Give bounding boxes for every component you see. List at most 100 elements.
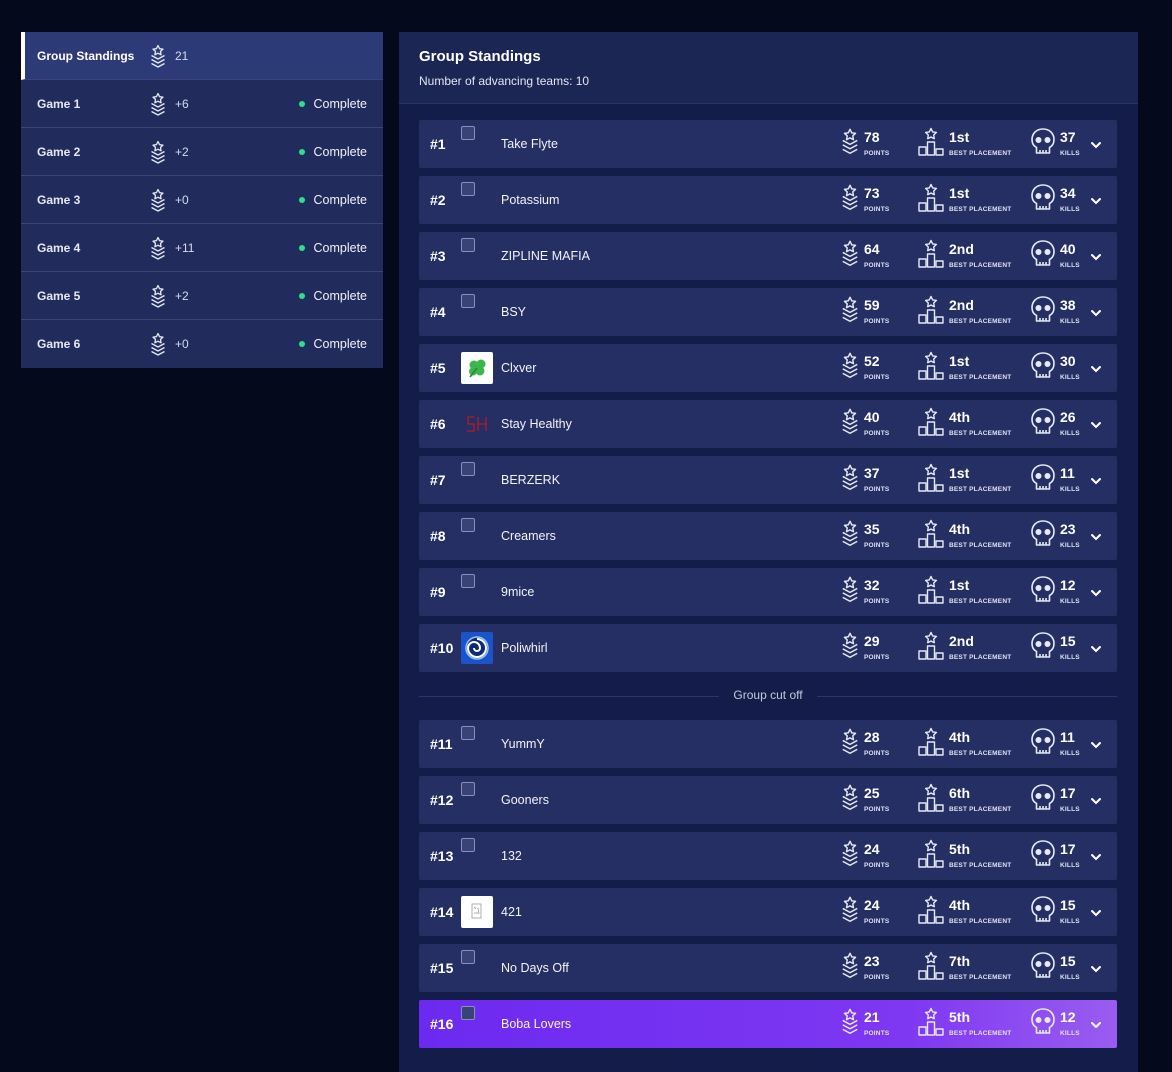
- chevron-down-icon[interactable]: [1089, 530, 1103, 542]
- team-name: Stay Healthy: [501, 417, 572, 431]
- broken-image-icon: [461, 518, 475, 532]
- team-name: 9mice: [501, 585, 535, 599]
- standings-row[interactable]: #1 Take Flyte 78 POINTS 1st BEST PLACEME…: [419, 120, 1117, 168]
- points-value: 24: [864, 897, 880, 913]
- kills-value: 38: [1060, 297, 1076, 313]
- sidebar-item-game-5[interactable]: Game 5 +2 Complete: [21, 272, 383, 320]
- status-text: Complete: [313, 337, 368, 351]
- chevron-down-icon[interactable]: [1089, 642, 1103, 654]
- medal-icon: [149, 236, 167, 260]
- clover-logo: [461, 352, 493, 384]
- standings-row[interactable]: #14 421 24 POINTS 4th BEST PLACEMENT 15 …: [419, 888, 1117, 936]
- sidebar-item-game-6[interactable]: Game 6 +0 Complete: [21, 320, 383, 368]
- kills-caption: KILLS: [1060, 542, 1080, 549]
- chevron-down-icon[interactable]: [1089, 138, 1103, 150]
- standings-row[interactable]: #9 9mice 32 POINTS 1st BEST PLACEMENT 12…: [419, 568, 1117, 616]
- chevron-down-icon[interactable]: [1089, 962, 1103, 974]
- placement-caption: BEST PLACEMENT: [949, 430, 1012, 437]
- broken-image-icon: [461, 126, 475, 140]
- team-name: No Days Off: [501, 961, 569, 975]
- status-dot-icon: [298, 244, 305, 251]
- medal-icon: [149, 188, 167, 212]
- points-caption: POINTS: [864, 862, 890, 869]
- chevron-down-icon[interactable]: [1089, 250, 1103, 262]
- standings-row[interactable]: #2 Potassium 73 POINTS 1st BEST PLACEMEN…: [419, 176, 1117, 224]
- chevron-down-icon[interactable]: [1089, 906, 1103, 918]
- standings-row[interactable]: #15 No Days Off 23 POINTS 7th BEST PLACE…: [419, 944, 1117, 992]
- points-caption: POINTS: [864, 318, 890, 325]
- sidebar-item-points: +0: [175, 337, 189, 351]
- chevron-down-icon[interactable]: [1089, 1018, 1103, 1030]
- chevron-down-icon[interactable]: [1089, 794, 1103, 806]
- sidebar-item-points: +6: [175, 96, 189, 111]
- sidebar-item-label: Game 1: [37, 96, 81, 111]
- chevron-down-icon[interactable]: [1089, 850, 1103, 862]
- standings-row[interactable]: #5 Clxver 52 POINTS 1st BEST PLACEMENT 3…: [419, 344, 1117, 392]
- page-title: Group Standings: [419, 48, 541, 65]
- advancing-teams-note: Number of advancing teams: 10: [419, 74, 590, 88]
- team-rank: #2: [430, 192, 446, 208]
- placement-caption: BEST PLACEMENT: [949, 262, 1012, 269]
- status-text: Complete: [313, 240, 368, 255]
- sidebar-item-label: Game 2: [37, 144, 81, 159]
- team-rank: #10: [430, 640, 454, 656]
- standings-header: Group Standings Number of advancing team…: [399, 32, 1138, 104]
- points-caption: POINTS: [864, 374, 890, 381]
- kills-caption: KILLS: [1060, 318, 1080, 325]
- standings-row[interactable]: #3 ZIPLINE MAFIA 64 POINTS 2nd BEST PLAC…: [419, 232, 1117, 280]
- broken-image-icon: [461, 294, 475, 308]
- sidebar-item-game-1[interactable]: Game 1 +6 Complete: [21, 80, 383, 128]
- standings-row[interactable]: #13 132 24 POINTS 5th BEST PLACEMENT 17 …: [419, 832, 1117, 880]
- placement-caption: BEST PLACEMENT: [949, 486, 1012, 493]
- placement-caption: BEST PLACEMENT: [949, 918, 1012, 925]
- medal-icon: [149, 284, 167, 308]
- broken-image-icon: [461, 726, 475, 740]
- standings-row[interactable]: #16 Boba Lovers 21 POINTS 5th BEST PLACE…: [419, 1000, 1117, 1048]
- standings-row[interactable]: #11 YummY 28 POINTS 4th BEST PLACEMENT 1…: [419, 720, 1117, 768]
- chevron-down-icon[interactable]: [1089, 738, 1103, 750]
- sidebar-item-label: Game 4: [37, 240, 81, 255]
- standings-row[interactable]: #7 BERZERK 37 POINTS 1st BEST PLACEMENT …: [419, 456, 1117, 504]
- team-name: YummY: [501, 737, 545, 751]
- chevron-down-icon[interactable]: [1089, 306, 1103, 318]
- points-value: 21: [864, 1009, 880, 1025]
- points-value: 64: [864, 241, 880, 257]
- points-caption: POINTS: [864, 262, 890, 269]
- standings-row[interactable]: #12 Gooners 25 POINTS 6th BEST PLACEMENT…: [419, 776, 1117, 824]
- sidebar-item-label: Game 3: [37, 192, 81, 207]
- sidebar-item-game-3[interactable]: Game 3 +0 Complete: [21, 176, 383, 224]
- sidebar-item-game-4[interactable]: Game 4 +11 Complete: [21, 224, 383, 272]
- sidebar-item-points: +0: [175, 192, 189, 207]
- standings-row[interactable]: #4 BSY 59 POINTS 2nd BEST PLACEMENT 38 K…: [419, 288, 1117, 336]
- sidebar-item-label: Game 6: [37, 337, 81, 351]
- placement-value: 1st: [949, 353, 970, 369]
- broken-image-icon: [461, 782, 475, 796]
- sidebar-item-group-standings[interactable]: Group Standings 21: [21, 32, 383, 80]
- placement-caption: BEST PLACEMENT: [949, 206, 1012, 213]
- team-name: Creamers: [501, 529, 556, 543]
- broken-image-icon: [461, 574, 475, 588]
- standings-row[interactable]: #10 Poliwhirl 29 POINTS 2nd BEST PLACEME…: [419, 624, 1117, 672]
- chevron-down-icon[interactable]: [1089, 418, 1103, 430]
- stay-healthy-logo: [461, 408, 493, 440]
- chevron-down-icon[interactable]: [1089, 194, 1103, 206]
- placement-value: 5th: [949, 841, 970, 857]
- sidebar-item-game-2[interactable]: Game 2 +2 Complete: [21, 128, 383, 176]
- kills-value: 15: [1060, 897, 1076, 913]
- placement-caption: BEST PLACEMENT: [949, 750, 1012, 757]
- team-name: Poliwhirl: [501, 641, 548, 655]
- placement-value: 7th: [949, 953, 970, 969]
- kills-value: 17: [1060, 785, 1076, 801]
- broken-image-icon: [461, 238, 475, 252]
- standings-row[interactable]: #8 Creamers 35 POINTS 4th BEST PLACEMENT…: [419, 512, 1117, 560]
- sidebar-item-points: 21: [175, 48, 189, 63]
- chevron-down-icon[interactable]: [1089, 586, 1103, 598]
- status-badge: Complete: [298, 289, 367, 303]
- standings-row[interactable]: #6 Stay Healthy 40 POINTS 4th BEST PLACE…: [419, 400, 1117, 448]
- chevron-down-icon[interactable]: [1089, 474, 1103, 486]
- placement-value: 2nd: [949, 633, 974, 649]
- points-caption: POINTS: [864, 1030, 890, 1037]
- points-value: 23: [864, 953, 880, 969]
- chevron-down-icon[interactable]: [1089, 362, 1103, 374]
- placement-value: 2nd: [949, 297, 974, 313]
